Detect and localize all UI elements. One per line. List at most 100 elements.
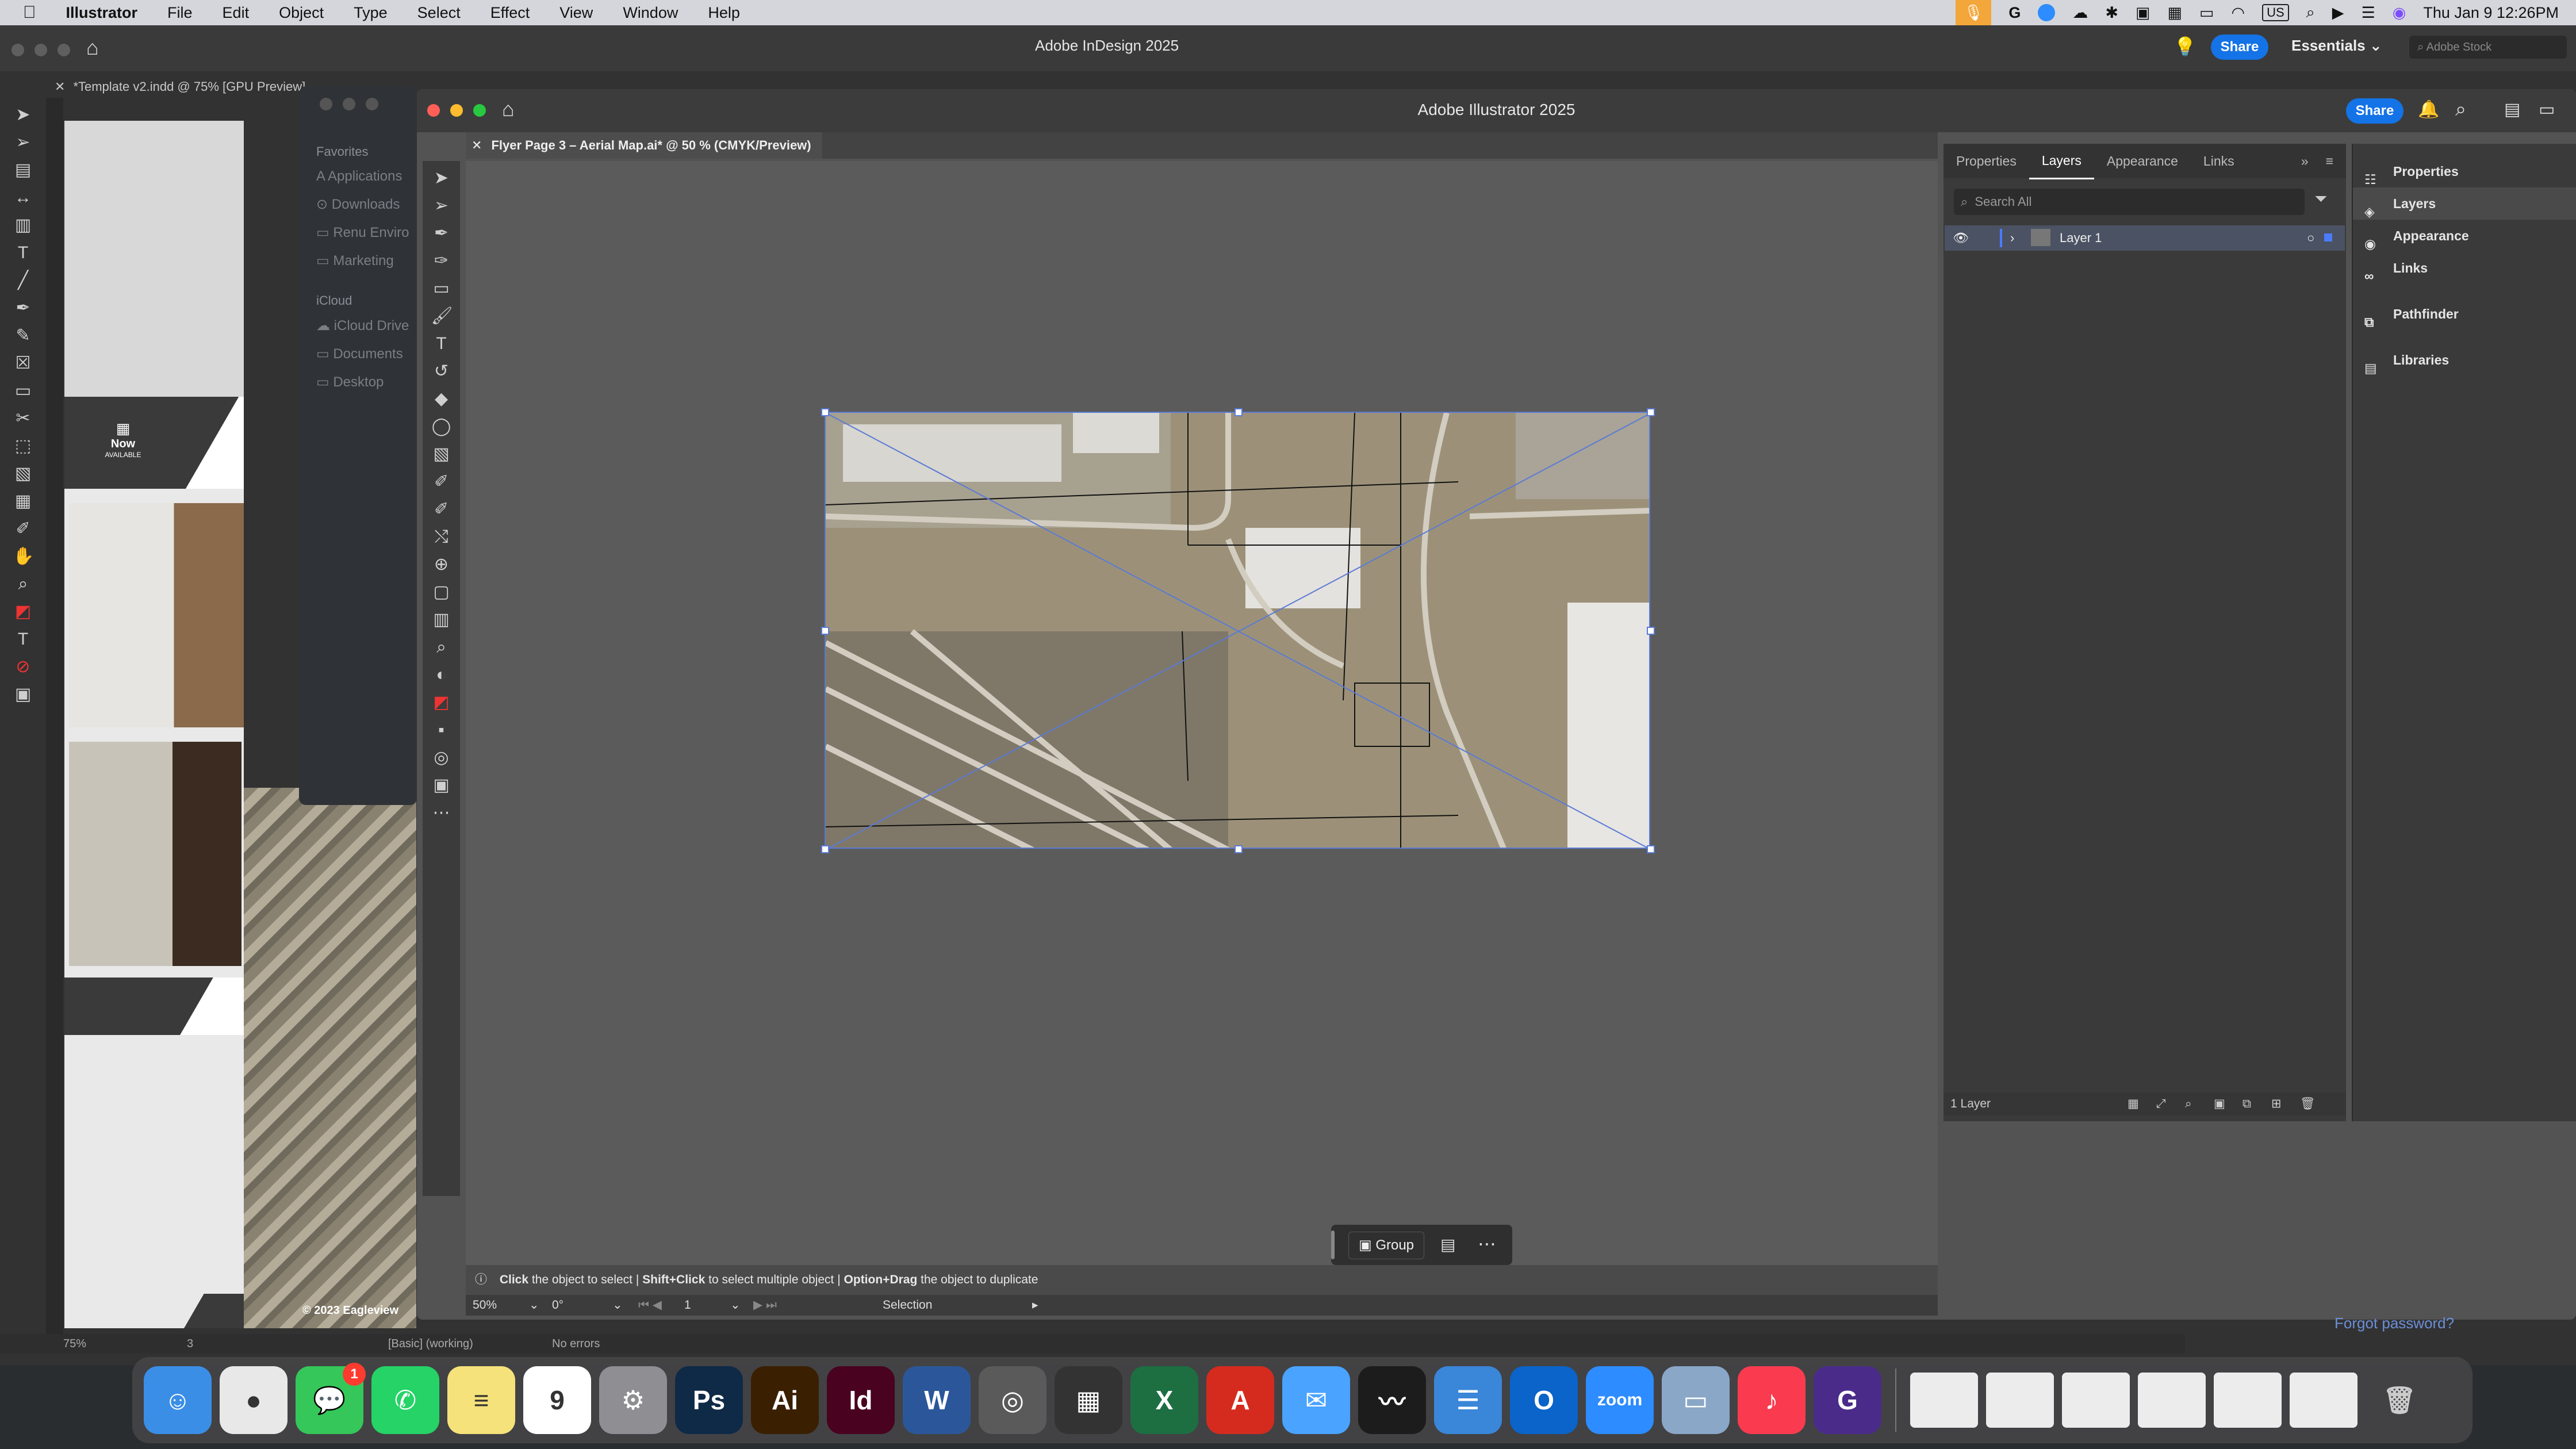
rectangle-tool-icon[interactable]: ▭ bbox=[13, 381, 33, 401]
locate-object-icon[interactable]: ⤢ bbox=[2156, 1092, 2166, 1116]
dock-app-messages[interactable]: 💬 1 bbox=[296, 1363, 366, 1434]
ai-type-tool-icon[interactable]: T bbox=[431, 334, 452, 354]
wifi-icon[interactable]: ◠ bbox=[2232, 4, 2245, 22]
more-options-icon[interactable]: ⋯ bbox=[1478, 1233, 1496, 1255]
visibility-eye-icon[interactable]: 👁 bbox=[1953, 225, 1969, 251]
ai-gradient-tool-icon[interactable]: ▧ bbox=[431, 444, 452, 465]
dock-app-preview[interactable]: ▭ bbox=[1662, 1366, 1730, 1434]
indesign-errors[interactable]: No errors bbox=[552, 1334, 600, 1354]
selection-handle-tr[interactable] bbox=[1647, 408, 1655, 416]
dock-app-calculator[interactable]: ▦ bbox=[1055, 1366, 1122, 1434]
formatting-icon[interactable]: T bbox=[13, 629, 33, 650]
illustrator-share-button[interactable]: Share bbox=[2346, 98, 2404, 124]
ai-search-icon[interactable]: ⌕ bbox=[2455, 98, 2466, 121]
ai-screen-mode-icon[interactable]: ▣ bbox=[431, 775, 452, 796]
indesign-window-controls[interactable] bbox=[12, 43, 80, 60]
menu-object[interactable]: Object bbox=[264, 0, 339, 25]
page-tool-icon[interactable]: ▤ bbox=[13, 160, 33, 181]
close-tab-icon[interactable]: ✕ bbox=[55, 79, 65, 94]
search-layers-icon[interactable]: ⌕ bbox=[2185, 1092, 2192, 1116]
control-center-icon[interactable]: ☰ bbox=[2362, 4, 2375, 22]
notion-icon[interactable]: ▣ bbox=[2136, 4, 2150, 22]
finder-item-documents[interactable]: ▭ Documents bbox=[299, 340, 417, 368]
dock-minimized-window[interactable] bbox=[2138, 1373, 2206, 1428]
rotation-value[interactable]: 0° bbox=[552, 1295, 564, 1316]
free-transform-tool-icon[interactable]: ⬚ bbox=[13, 436, 33, 457]
menu-help[interactable]: Help bbox=[693, 0, 755, 25]
filter-icon[interactable]: ⏷ bbox=[2314, 190, 2327, 209]
dock-app-whatsapp[interactable]: ✆ bbox=[371, 1366, 439, 1434]
input-source-indicator[interactable]: US bbox=[2262, 4, 2289, 21]
artboard-number[interactable]: 1 bbox=[684, 1295, 691, 1316]
gradient-tool-icon[interactable]: ▧ bbox=[13, 463, 33, 484]
close-doc-tab-icon[interactable]: ✕ bbox=[471, 138, 482, 152]
pencil-tool-icon[interactable]: ✎ bbox=[13, 325, 33, 346]
panel-appearance[interactable]: ◉ Appearance bbox=[2353, 220, 2576, 252]
ai-zoom-tool-icon[interactable]: ⌕ bbox=[431, 637, 452, 658]
grammarly-status-icon[interactable]: G bbox=[2008, 4, 2021, 22]
no-color-icon[interactable]: ⊘ bbox=[13, 657, 33, 677]
scissors-tool-icon[interactable]: ✂ bbox=[13, 408, 33, 429]
arrange-documents-icon[interactable]: ▤ bbox=[2504, 99, 2520, 120]
line-tool-icon[interactable]: ╱ bbox=[13, 270, 33, 291]
ai-selection-tool-icon[interactable]: ➤ bbox=[431, 168, 452, 189]
dock-trash[interactable]: 🗑 bbox=[2366, 1366, 2433, 1434]
ai-eyedropper-tool-icon[interactable]: ✐ bbox=[431, 499, 452, 520]
ai-fill-stroke-icon[interactable]: ◩ bbox=[431, 692, 452, 713]
dock-minimized-window[interactable] bbox=[2290, 1373, 2358, 1428]
indesign-page-number[interactable]: 3 bbox=[187, 1334, 193, 1354]
fill-stroke-icon[interactable]: ◩ bbox=[13, 601, 33, 622]
ai-chart-tool-icon[interactable]: ▥ bbox=[431, 610, 452, 630]
ai-pen-tool-icon[interactable]: ✒ bbox=[431, 223, 452, 244]
dock-app-photoshop[interactable]: Ps bbox=[675, 1366, 743, 1434]
tab-layers[interactable]: Layers bbox=[2029, 143, 2094, 179]
artboard-dropdown-icon[interactable]: ⌄ bbox=[730, 1295, 741, 1316]
dock-app-music[interactable]: ♪ bbox=[1738, 1366, 1805, 1434]
finder-window-controls[interactable] bbox=[299, 86, 417, 113]
dock-app-word[interactable]: W bbox=[903, 1366, 971, 1434]
drag-handle[interactable] bbox=[1331, 1230, 1335, 1259]
ai-rectangle-tool-icon[interactable]: ▭ bbox=[431, 278, 452, 299]
finder-item-applications[interactable]: A Applications bbox=[299, 163, 417, 190]
microphone-icon[interactable]: 🎙 bbox=[1956, 0, 1992, 25]
tab-properties[interactable]: Properties bbox=[1943, 144, 2029, 178]
tab-appearance[interactable]: Appearance bbox=[2094, 144, 2191, 178]
help-icon[interactable]: ⓘ bbox=[466, 1273, 496, 1286]
aerial-map-artwork[interactable] bbox=[825, 412, 1650, 849]
finder-item-marketing[interactable]: ▭ Marketing bbox=[299, 247, 417, 275]
panel-links[interactable]: ∞ Links bbox=[2353, 252, 2576, 284]
screen-mode-icon[interactable]: ▣ bbox=[13, 684, 33, 705]
clipping-mask-icon[interactable]: ▣ bbox=[2214, 1092, 2225, 1116]
zoom-tool-icon[interactable]: ⌕ bbox=[13, 574, 33, 595]
forgot-password-link[interactable]: Forgot password? bbox=[2334, 1314, 2454, 1332]
new-sublayer-icon[interactable]: ⧉ bbox=[2242, 1092, 2251, 1116]
selection-handle-bm[interactable] bbox=[1235, 845, 1243, 853]
panel-menu-icon[interactable]: ≡ bbox=[2313, 144, 2346, 178]
adobe-stock-search[interactable]: ⌕ Adobe Stock bbox=[2409, 36, 2567, 59]
dock-app-grammarly[interactable]: G bbox=[1814, 1366, 1881, 1434]
stage-manager-icon[interactable]: ▦ bbox=[2168, 4, 2183, 22]
siri-icon[interactable]: ◉ bbox=[2393, 4, 2406, 22]
dock-app-indesign[interactable]: Id bbox=[827, 1366, 895, 1434]
layer-target-icon[interactable]: ○ bbox=[2307, 225, 2314, 251]
ai-brush-tool-icon[interactable]: 🖌 bbox=[431, 306, 453, 327]
type-tool-icon[interactable]: T bbox=[13, 243, 33, 263]
artboard-nav-next-icon[interactable]: ▶ ⏭ bbox=[753, 1295, 777, 1316]
indesign-share-button[interactable]: Share bbox=[2211, 34, 2268, 60]
panel-pathfinder[interactable]: ⧉ Pathfinder bbox=[2353, 298, 2576, 330]
zoom-status-icon[interactable] bbox=[2038, 4, 2056, 21]
dock-app-mail[interactable]: ✉ bbox=[1282, 1366, 1350, 1434]
artboard-nav-icon[interactable]: ⏮ ◀ bbox=[638, 1295, 662, 1316]
new-layer-icon[interactable]: ⊞ bbox=[2271, 1092, 2282, 1116]
ai-curvature-tool-icon[interactable]: ✑ bbox=[431, 251, 452, 271]
ai-eraser-tool-icon[interactable]: ◆ bbox=[431, 389, 452, 409]
ai-hand-tool-icon[interactable]: ◐ bbox=[431, 665, 452, 685]
menu-effect[interactable]: Effect bbox=[476, 0, 545, 25]
align-icon[interactable]: ▤ bbox=[1440, 1235, 1455, 1254]
dock-minimized-window[interactable] bbox=[2214, 1373, 2282, 1428]
menu-app-name[interactable]: Illustrator bbox=[51, 0, 153, 25]
menu-edit[interactable]: Edit bbox=[208, 0, 264, 25]
selection-handle-br[interactable] bbox=[1647, 845, 1655, 853]
menu-type[interactable]: Type bbox=[339, 0, 402, 25]
delete-layer-icon[interactable]: 🗑 bbox=[2300, 1092, 2316, 1116]
